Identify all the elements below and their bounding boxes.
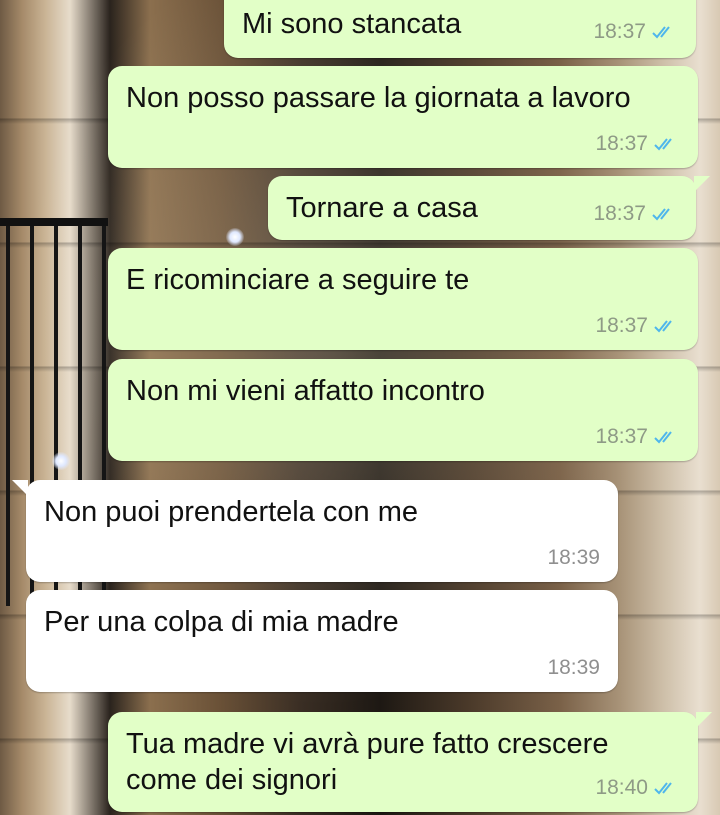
message-meta: 18:37 [595, 308, 680, 344]
message-time: 18:37 [593, 202, 646, 225]
double-check-icon [654, 138, 672, 151]
message-meta: 18:37 [595, 419, 680, 455]
double-check-icon [654, 431, 672, 444]
message-meta: 18:39 [547, 650, 600, 686]
message-meta: 18:40 [595, 770, 680, 806]
message-bubble-outgoing[interactable]: Mi sono stancata 18:37 [224, 0, 696, 58]
street-lamp [226, 228, 244, 246]
message-bubble-outgoing[interactable]: E ricominciare a seguire te 18:37 [108, 248, 698, 350]
message-time: 18:37 [595, 425, 648, 448]
message-text: Per una colpa di mia madre [44, 606, 399, 638]
message-meta: 18:37 [593, 196, 678, 232]
message-bubble-outgoing[interactable]: Tornare a casa 18:37 [268, 176, 710, 240]
message-bubble-outgoing[interactable]: Tua madre vi avrà pure fatto crescere co… [108, 712, 712, 812]
message-meta: 18:39 [547, 540, 600, 576]
message-time: 18:37 [593, 20, 646, 43]
message-time: 18:39 [547, 546, 600, 569]
double-check-icon [654, 782, 672, 795]
message-meta: 18:37 [595, 126, 680, 162]
double-check-icon [654, 320, 672, 333]
street-lamp [52, 452, 70, 470]
message-time: 18:37 [595, 132, 648, 155]
message-bubble-incoming[interactable]: Non puoi prendertela con me 18:39 [12, 480, 618, 582]
message-text: Non posso passare la giornata a lavoro [126, 82, 631, 114]
message-time: 18:40 [595, 776, 648, 799]
double-check-icon [652, 26, 670, 39]
message-time: 18:39 [547, 656, 600, 679]
message-text: Mi sono stancata [242, 8, 462, 40]
double-check-icon [652, 208, 670, 221]
message-bubble-outgoing[interactable]: Non mi vieni affatto incontro 18:37 [108, 359, 698, 461]
message-text: E ricominciare a seguire te [126, 264, 470, 296]
message-text: Tornare a casa [286, 192, 478, 224]
message-time: 18:37 [595, 314, 648, 337]
message-text: Non mi vieni affatto incontro [126, 375, 485, 407]
message-bubble-outgoing[interactable]: Non posso passare la giornata a lavoro 1… [108, 66, 698, 168]
message-text: Non puoi prendertela con me [44, 496, 419, 528]
message-text: Tua madre vi avrà pure fatto crescere co… [126, 728, 609, 796]
message-meta: 18:37 [593, 14, 678, 50]
chat-background: Mi sono stancata 18:37 Non posso passare… [0, 0, 720, 815]
message-bubble-incoming[interactable]: Per una colpa di mia madre 18:39 [26, 590, 618, 692]
